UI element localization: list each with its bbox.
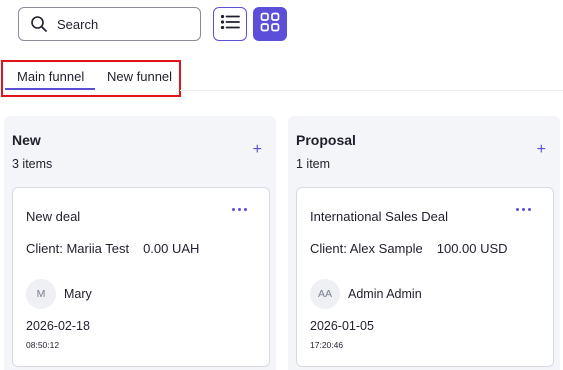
grid-view-button[interactable] <box>253 7 287 41</box>
add-deal-button[interactable]: + <box>253 142 262 158</box>
deal-time: 17:20:46 <box>310 340 344 350</box>
deal-owner: Mary <box>64 287 92 301</box>
column-count: 1 item <box>296 157 331 171</box>
search-icon <box>30 15 48 33</box>
avatar: AA <box>310 279 340 309</box>
avatar: M <box>26 279 56 309</box>
deal-date: 2026-02-18 <box>26 319 90 333</box>
column-title: Proposal <box>296 132 356 148</box>
tabs-divider <box>180 90 563 91</box>
list-view-button[interactable] <box>213 7 247 41</box>
column-proposal: Proposal 1 item + International Sales De… <box>288 116 560 370</box>
deal-client-row: Client: Mariia Test 0.00 UAH <box>26 241 199 256</box>
tab-new-funnel[interactable]: New funnel <box>107 69 172 84</box>
grid-icon <box>260 12 280 37</box>
deal-amount: 0.00 UAH <box>143 241 200 256</box>
more-options-icon[interactable] <box>516 208 531 211</box>
column-title: New <box>12 132 41 148</box>
deal-amount: 100.00 USD <box>436 241 508 256</box>
deal-title: International Sales Deal <box>310 209 449 224</box>
deal-card[interactable]: New deal Client: Mariia Test 0.00 UAH M M… <box>12 187 270 367</box>
search-placeholder: Search <box>57 16 99 32</box>
active-tab-indicator <box>5 88 95 90</box>
column-new: New 3 items + New deal Client: Mariia Te… <box>4 116 276 370</box>
deal-title: New deal <box>26 209 81 224</box>
column-count: 3 items <box>12 157 53 171</box>
search-input[interactable]: Search <box>18 7 201 41</box>
deal-owner: Admin Admin <box>348 287 422 301</box>
more-options-icon[interactable] <box>232 208 247 211</box>
add-deal-button[interactable]: + <box>537 142 546 158</box>
deal-date: 2026-01-05 <box>310 319 374 333</box>
deal-card[interactable]: International Sales Deal Client: Alex Sa… <box>296 187 554 367</box>
deal-client: Client: Alex Sample <box>310 241 423 256</box>
tab-main-funnel[interactable]: Main funnel <box>17 69 84 84</box>
deal-client: Client: Mariia Test <box>26 241 130 256</box>
deal-client-row: Client: Alex Sample 100.00 USD <box>310 241 508 256</box>
list-icon <box>220 14 240 35</box>
deal-time: 08:50:12 <box>26 340 60 350</box>
